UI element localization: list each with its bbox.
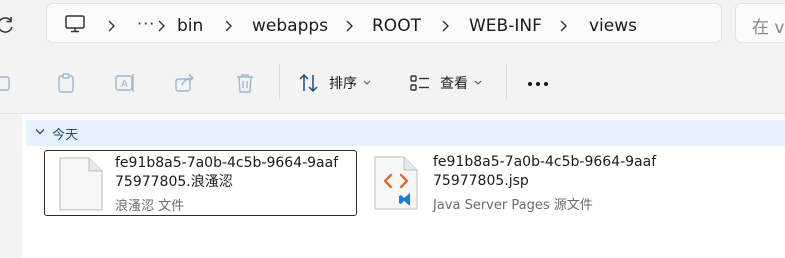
view-label: 查看 (440, 76, 468, 92)
chevron-right-icon[interactable] (439, 19, 451, 33)
breadcrumb-views[interactable]: views (589, 16, 637, 36)
sort-label: 排序 (329, 76, 357, 92)
group-header-today[interactable]: 今天 (26, 120, 785, 146)
sort-icon (299, 73, 318, 93)
chevron-down-icon (363, 80, 371, 85)
breadcrumb-bin[interactable]: bin (177, 16, 203, 36)
refresh-icon[interactable] (0, 13, 18, 37)
file-view: 今天 fe91b8a5-7a0b-4c5b-9664-9aaf 75977805… (0, 114, 785, 258)
navigation-pane-edge (0, 114, 22, 258)
search-placeholder: 在 v (752, 18, 785, 38)
address-row: ··· bin webapps ROOT WEB-INF views 在 v (0, 0, 785, 52)
view-list-icon (410, 75, 429, 91)
breadcrumb-overflow[interactable]: ··· (137, 14, 155, 33)
view-button[interactable]: 查看 (409, 70, 491, 96)
file-item[interactable]: fe91b8a5-7a0b-4c5b-9664-9aaf 75977805.js… (362, 150, 692, 216)
chevron-down-icon (474, 80, 482, 85)
chevron-down-icon[interactable] (35, 128, 45, 136)
chevron-right-icon[interactable] (155, 19, 167, 33)
breadcrumb-web-inf[interactable]: WEB-INF (469, 16, 542, 36)
svg-text:A: A (121, 79, 128, 90)
paste-icon[interactable] (54, 71, 78, 95)
sort-button[interactable]: 排序 (298, 70, 380, 96)
jsp-file-icon (374, 156, 418, 210)
file-type: 浪溞涊 文件 (115, 199, 185, 214)
address-bar[interactable]: ··· bin webapps ROOT WEB-INF views (46, 3, 722, 43)
command-bar: A 排序 查看 (0, 52, 785, 114)
share-icon[interactable] (173, 71, 197, 95)
group-label: 今天 (52, 128, 79, 143)
more-options-icon[interactable] (526, 75, 550, 91)
file-name: fe91b8a5-7a0b-4c5b-9664-9aaf 75977805.浪溞… (115, 155, 339, 190)
chevron-right-icon[interactable] (222, 19, 234, 33)
copy-icon[interactable] (0, 71, 16, 95)
toolbar-separator (506, 64, 507, 100)
chevron-right-icon[interactable] (557, 19, 569, 33)
chevron-right-icon[interactable] (343, 19, 355, 33)
file-type: Java Server Pages 源文件 (433, 198, 593, 213)
search-input[interactable]: 在 v (735, 3, 785, 43)
file-name: fe91b8a5-7a0b-4c5b-9664-9aaf 75977805.js… (433, 154, 657, 189)
toolbar-separator (279, 64, 280, 100)
delete-icon[interactable] (233, 71, 257, 95)
rename-icon[interactable]: A (113, 71, 137, 95)
this-pc-icon[interactable] (64, 14, 86, 34)
chevron-right-icon[interactable] (105, 19, 117, 33)
blank-file-icon (59, 157, 103, 211)
file-item[interactable]: fe91b8a5-7a0b-4c5b-9664-9aaf 75977805.浪溞… (44, 150, 357, 216)
breadcrumb-webapps[interactable]: webapps (252, 16, 328, 36)
breadcrumb-root[interactable]: ROOT (372, 16, 421, 36)
